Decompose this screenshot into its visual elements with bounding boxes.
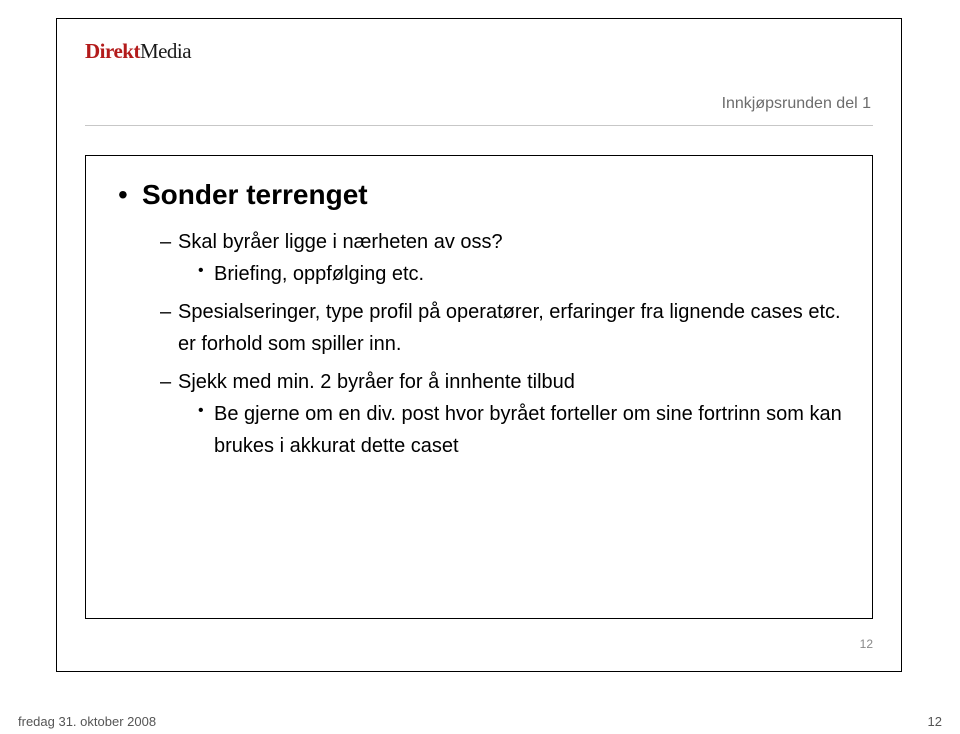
brand-logo: DirektMedia bbox=[85, 39, 873, 64]
logo-part-1: Direkt bbox=[85, 39, 140, 63]
presentation-page: DirektMedia Innkjøpsrunden del 1 Sonder … bbox=[0, 0, 960, 734]
footer-page-number: 12 bbox=[928, 714, 942, 729]
bullet-text: Spesialseringer, type profil på operatør… bbox=[178, 301, 841, 355]
sub-bullet-text: Be gjerne om en div. post hvor byrået fo… bbox=[214, 403, 842, 457]
logo-part-2: Media bbox=[140, 39, 191, 63]
sub-bullet-text: Briefing, oppfølging etc. bbox=[214, 263, 424, 285]
slide-header: DirektMedia Innkjøpsrunden del 1 bbox=[57, 19, 901, 64]
presenter-footer: fredag 31. oktober 2008 12 bbox=[0, 708, 960, 734]
bullet-text: Skal byråer ligge i nærheten av oss? bbox=[178, 231, 503, 253]
bullet-item: Skal byråer ligge i nærheten av oss? Bri… bbox=[160, 226, 846, 290]
bullet-item: Sjekk med min. 2 byråer for å innhente t… bbox=[160, 366, 846, 462]
slide-frame: DirektMedia Innkjøpsrunden del 1 Sonder … bbox=[56, 18, 902, 672]
bullet-item: Spesialseringer, type profil på operatør… bbox=[160, 296, 846, 360]
slide-topic: Innkjøpsrunden del 1 bbox=[722, 95, 871, 113]
content-box: Sonder terrenget Skal byråer ligge i nær… bbox=[85, 155, 873, 619]
content-heading: Sonder terrenget bbox=[142, 178, 846, 212]
bullet-text: Sjekk med min. 2 byråer for å innhente t… bbox=[178, 371, 575, 393]
sub-bullet-item: Be gjerne om en div. post hvor byrået fo… bbox=[198, 398, 846, 462]
footer-date: fredag 31. oktober 2008 bbox=[18, 714, 156, 729]
sub-bullet-item: Briefing, oppfølging etc. bbox=[198, 258, 846, 290]
slide-number-inner: 12 bbox=[860, 637, 873, 651]
divider bbox=[85, 125, 873, 126]
